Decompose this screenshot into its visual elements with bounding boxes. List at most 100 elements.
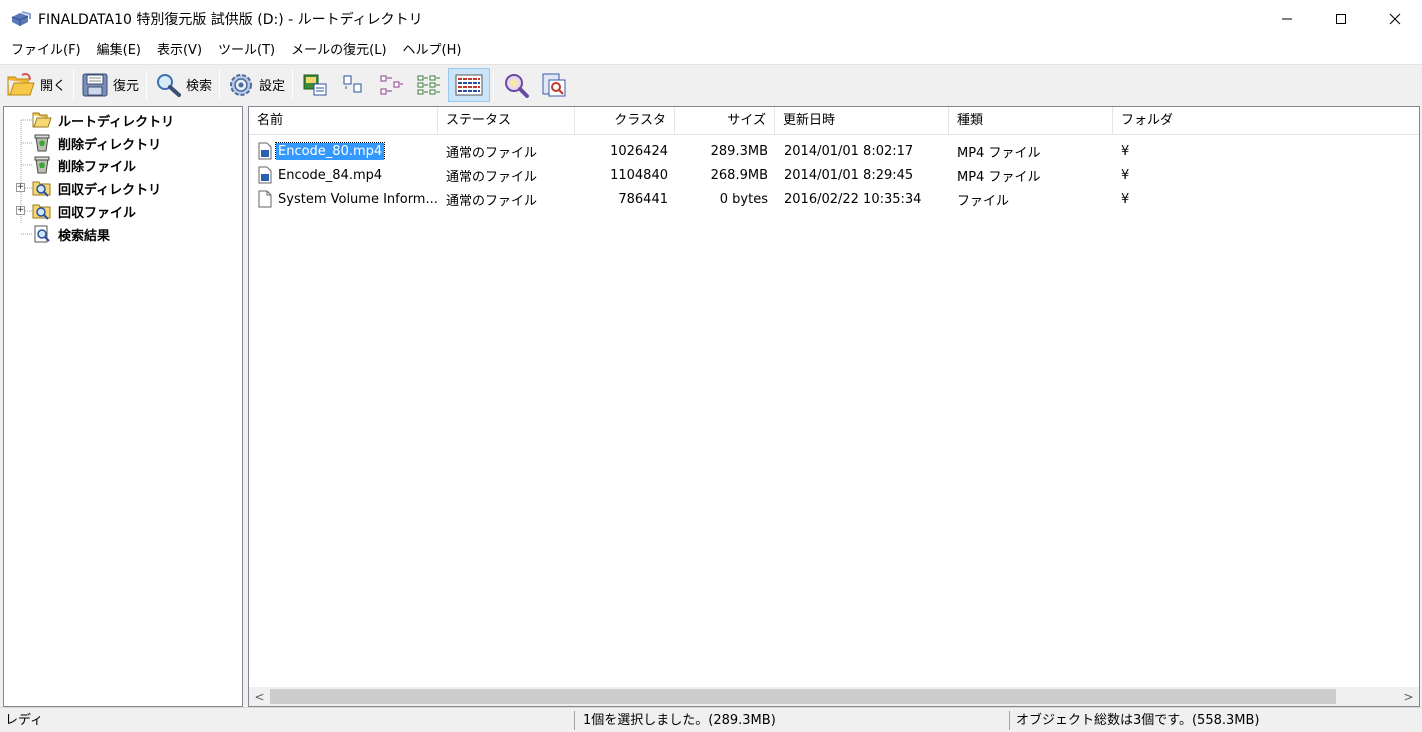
minimize-icon (1282, 18, 1292, 20)
menu-bar: ファイル(F) 編集(E) 表示(V) ツール(T) メールの復元(L) ヘルプ… (0, 38, 1422, 64)
tree-item-label: 回収ディレクトリ (58, 182, 162, 198)
close-button[interactable] (1368, 0, 1422, 38)
menu-file[interactable]: ファイル(F) (3, 40, 89, 62)
status-ready: レディ (5, 713, 44, 728)
modified-cell: 2014/01/01 8:29:45 (784, 167, 914, 183)
tree-item-recovered-directory[interactable]: 回収ディレクトリ (32, 177, 163, 199)
details-view-button[interactable] (448, 67, 491, 102)
recycle-bin-icon (34, 134, 50, 152)
find-icon (505, 73, 530, 98)
restore-button[interactable]: 復元 (77, 68, 143, 102)
expand-toggle[interactable]: + (16, 183, 25, 192)
maximize-button[interactable] (1314, 0, 1368, 38)
list-rows: Encode_80.mp4 通常のファイル 1026424 289.3MB 20… (249, 139, 1419, 211)
list-view-button[interactable] (372, 68, 410, 102)
file-list[interactable]: 名前 ステータス クラスタ サイズ 更新日時 種類 フォルダ Encode_80… (248, 106, 1420, 707)
tree-item-recovered-files[interactable]: 回収ファイル (32, 200, 138, 222)
mp4-file-icon (258, 142, 272, 160)
name-cell: Encode_84.mp4 (249, 166, 438, 184)
search-document-icon (34, 225, 50, 243)
table-row[interactable]: System Volume Inform... 通常のファイル 786441 0… (249, 187, 1419, 211)
details-view-icon (455, 74, 483, 95)
cluster-cell: 1104840 (610, 167, 668, 183)
size-cell: 268.9MB (710, 167, 768, 183)
scroll-thumb[interactable] (270, 689, 1336, 704)
folder-open-icon (7, 72, 35, 95)
open-label: 開く (40, 79, 67, 94)
column-header-cluster[interactable]: クラスタ (575, 107, 675, 135)
open-button[interactable]: 開く (2, 68, 70, 102)
menu-view[interactable]: 表示(V) (149, 40, 210, 62)
column-header-name[interactable]: 名前 (249, 107, 438, 135)
scroll-left-button[interactable]: < (250, 687, 269, 706)
toolbar-separator (219, 69, 221, 100)
status-selection: 1個を選択しました。(289.3MB) (583, 713, 776, 728)
window-title: FINALDATA10 特別復元版 試供版 (D:) - ルートディレクトリ (38, 12, 423, 28)
status-cell: 通常のファイル (446, 145, 538, 161)
name-cell: Encode_80.mp4 (249, 142, 438, 160)
folder-open-icon (32, 112, 52, 128)
tree-item-label: 削除ディレクトリ (58, 137, 162, 153)
expand-toggle[interactable]: + (16, 206, 25, 215)
table-row[interactable]: Encode_80.mp4 通常のファイル 1026424 289.3MB 20… (249, 139, 1419, 163)
magnifier-icon (157, 73, 182, 97)
tree-item-deleted-directory[interactable]: 削除ディレクトリ (32, 132, 163, 154)
toolbar-separator (292, 69, 294, 100)
maximize-icon (1336, 14, 1346, 24)
large-icons-view-button[interactable] (296, 68, 334, 102)
large-icons-view-icon (303, 74, 327, 95)
tree-item-label: 検索結果 (58, 228, 111, 244)
toolbar-separator (146, 69, 148, 100)
column-header-modified[interactable]: 更新日時 (775, 107, 949, 135)
folder-tree[interactable]: ルートディレクトリ 削除ディレクトリ 削除ファイル + 回収ディレクトリ + 回… (3, 106, 243, 707)
size-cell: 0 bytes (719, 191, 768, 207)
recycle-bin-icon (34, 156, 50, 174)
toolbar: 開く 復元 検索 設定 (0, 64, 1422, 104)
column-header-status[interactable]: ステータス (438, 107, 575, 135)
horizontal-scrollbar[interactable]: < > (249, 687, 1419, 706)
file-preview-icon (542, 73, 566, 96)
search-label: 検索 (186, 79, 213, 94)
tree-item-deleted-files[interactable]: 削除ファイル (32, 154, 138, 176)
folder-cell: ¥ (1121, 191, 1130, 207)
status-cell: 通常のファイル (446, 193, 538, 209)
folder-search-icon (32, 204, 51, 220)
toolbar-separator (493, 69, 495, 100)
folder-cell: ¥ (1121, 143, 1130, 159)
file-name: Encode_80.mp4 (274, 142, 386, 160)
status-divider (574, 711, 575, 730)
search-button[interactable]: 検索 (150, 68, 216, 102)
menu-tools[interactable]: ツール(T) (210, 40, 283, 62)
list-view-icon (380, 75, 404, 94)
column-header-type[interactable]: 種類 (949, 107, 1113, 135)
minimize-button[interactable] (1260, 0, 1314, 38)
file-preview-button[interactable] (535, 68, 573, 102)
settings-button[interactable]: 設定 (223, 68, 289, 102)
tree-item-search-results[interactable]: 検索結果 (32, 223, 112, 245)
small-icons-view-button[interactable] (334, 68, 372, 102)
main-area: ルートディレクトリ 削除ディレクトリ 削除ファイル + 回収ディレクトリ + 回… (0, 104, 1422, 707)
menu-edit[interactable]: 編集(E) (89, 40, 149, 62)
toolbar-separator (73, 69, 75, 100)
menu-mail-restore[interactable]: メールの復元(L) (283, 40, 394, 62)
gear-icon (230, 73, 253, 96)
column-header-folder[interactable]: フォルダ (1113, 107, 1419, 135)
column-header-size[interactable]: サイズ (675, 107, 775, 135)
save-disk-icon (82, 73, 108, 96)
modified-cell: 2016/02/22 10:35:34 (784, 191, 922, 207)
size-cell: 289.3MB (710, 143, 768, 159)
cluster-cell: 786441 (618, 191, 668, 207)
app-icon (11, 11, 31, 26)
title-bar: FINALDATA10 特別復元版 試供版 (D:) - ルートディレクトリ (0, 0, 1422, 38)
file-name: Encode_84.mp4 (278, 167, 383, 183)
menu-help[interactable]: ヘルプ(H) (395, 40, 470, 62)
scroll-right-button[interactable]: > (1399, 687, 1418, 706)
small-icons-view-icon (343, 75, 362, 92)
blank-file-icon (258, 190, 272, 208)
type-cell: MP4 ファイル (957, 169, 1041, 185)
table-row[interactable]: Encode_84.mp4 通常のファイル 1104840 268.9MB 20… (249, 163, 1419, 187)
find-button[interactable] (497, 68, 535, 102)
name-cell: System Volume Inform... (249, 190, 438, 208)
tree-view-button[interactable] (410, 68, 448, 102)
tree-item-root[interactable]: ルートディレクトリ (32, 109, 176, 131)
